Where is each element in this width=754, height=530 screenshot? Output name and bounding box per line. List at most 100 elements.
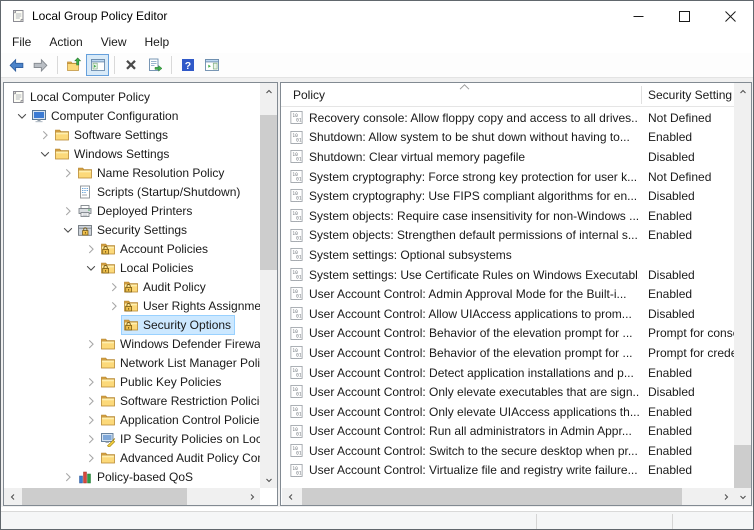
menu-action[interactable]: Action (40, 32, 91, 52)
chevron-right-icon[interactable] (60, 469, 75, 484)
scroll-left-arrow-icon[interactable] (282, 488, 299, 505)
printer-icon (77, 203, 93, 219)
menu-help[interactable]: Help (136, 32, 179, 52)
column-divider[interactable] (641, 86, 642, 104)
policy-doc-icon: 1001 (289, 345, 304, 360)
tree-item-security-settings[interactable]: Security Settings (4, 220, 260, 239)
policy-row[interactable]: 1001User Account Control: Only elevate U… (281, 402, 734, 422)
policy-row[interactable]: 1001System settings: Use Certificate Rul… (281, 265, 734, 285)
policy-row[interactable]: 1001User Account Control: Run all admini… (281, 422, 734, 442)
help-button[interactable]: ? (176, 54, 199, 76)
tree-item-name-resolution-policy[interactable]: Name Resolution Policy (4, 163, 260, 182)
chevron-right-icon[interactable] (106, 279, 121, 294)
tree-item-advanced-audit-policy-configu[interactable]: Advanced Audit Policy Configu (4, 448, 260, 467)
chevron-right-icon[interactable] (83, 374, 98, 389)
tree-item-policy-based-qos[interactable]: Policy-based QoS (4, 467, 260, 486)
list-horizontal-scrollbar[interactable] (282, 488, 734, 505)
column-header-policy[interactable]: Policy (293, 83, 325, 107)
tree-item-network-list-manager-policies[interactable]: Network List Manager Policies (4, 353, 260, 372)
scroll-left-arrow-icon[interactable] (4, 488, 21, 505)
policy-row[interactable]: 1001System cryptography: Use FIPS compli… (281, 186, 734, 206)
tree-item-local-policies[interactable]: Local Policies (4, 258, 260, 277)
tree-vscroll-thumb[interactable] (260, 115, 277, 270)
list-vscroll-thumb[interactable] (734, 445, 751, 488)
policy-row[interactable]: 1001User Account Control: Behavior of th… (281, 343, 734, 363)
policy-row[interactable]: 1001User Account Control: Detect applica… (281, 363, 734, 383)
tree-item-security-options[interactable]: Security Options (4, 315, 260, 334)
policy-row[interactable]: 1001System objects: Strengthen default p… (281, 226, 734, 246)
tree-item-software-settings[interactable]: Software Settings (4, 125, 260, 144)
scroll-down-arrow-icon[interactable] (734, 488, 751, 505)
scroll-right-arrow-icon[interactable] (717, 488, 734, 505)
tree-item-audit-policy[interactable]: Audit Policy (4, 277, 260, 296)
tree-item-windows-settings[interactable]: Windows Settings (4, 144, 260, 163)
tree-item-computer-configuration[interactable]: Computer Configuration (4, 106, 260, 125)
scroll-down-arrow-icon[interactable] (260, 471, 277, 488)
tree-item-windows-defender-firewall-wit[interactable]: Windows Defender Firewall wit (4, 334, 260, 353)
close-button[interactable] (707, 1, 753, 31)
tree-horizontal-scrollbar[interactable] (4, 488, 260, 505)
chevron-down-icon[interactable] (60, 222, 75, 237)
policy-doc-icon: 1001 (289, 404, 304, 419)
policy-row[interactable]: 1001User Account Control: Behavior of th… (281, 324, 734, 344)
policy-row[interactable]: 1001Shutdown: Clear virtual memory pagef… (281, 147, 734, 167)
show-action-pane-button[interactable] (200, 54, 223, 76)
tree-item-account-policies[interactable]: Account Policies (4, 239, 260, 258)
chevron-right-icon[interactable] (83, 431, 98, 446)
console-tree-pane: Local Computer PolicyComputer Configurat… (3, 82, 278, 506)
back-button[interactable] (5, 54, 28, 76)
chevron-right-icon[interactable] (83, 336, 98, 351)
tree-vertical-scrollbar[interactable] (260, 83, 277, 488)
menu-file[interactable]: File (3, 32, 40, 52)
tree-item-user-rights-assignment[interactable]: User Rights Assignment (4, 296, 260, 315)
policy-row[interactable]: 1001User Account Control: Admin Approval… (281, 284, 734, 304)
tree-item-scripts-startup-shutdown[interactable]: Scripts (Startup/Shutdown) (4, 182, 260, 201)
delete-button[interactable] (119, 54, 142, 76)
policy-row[interactable]: 1001System cryptography: Force strong ke… (281, 167, 734, 187)
menu-view[interactable]: View (92, 32, 136, 52)
list-hscroll-thumb[interactable] (302, 488, 682, 505)
chevron-down-icon[interactable] (37, 146, 52, 161)
caption-buttons (615, 1, 753, 31)
tree-item-local-computer-policy[interactable]: Local Computer Policy (4, 87, 260, 106)
maximize-button[interactable] (661, 1, 707, 31)
chevron-down-icon[interactable] (14, 108, 29, 123)
policy-doc-icon: 1001 (289, 365, 304, 380)
show-console-tree-button[interactable] (86, 54, 109, 76)
list-vertical-scrollbar[interactable] (734, 83, 751, 505)
chevron-right-icon[interactable] (83, 393, 98, 408)
policy-row[interactable]: 1001Shutdown: Allow system to be shut do… (281, 128, 734, 148)
scroll-up-arrow-icon[interactable] (260, 83, 277, 100)
chevron-right-icon[interactable] (37, 127, 52, 142)
chevron-right-icon[interactable] (83, 241, 98, 256)
chevron-down-icon[interactable] (83, 260, 98, 275)
chevron-right-icon[interactable] (83, 450, 98, 465)
policy-row[interactable]: 1001System objects: Require case insensi… (281, 206, 734, 226)
export-list-button[interactable] (143, 54, 166, 76)
scroll-right-arrow-icon[interactable] (243, 488, 260, 505)
forward-button[interactable] (29, 54, 52, 76)
tree-item-label: Account Policies (120, 242, 208, 256)
tree-item-ip-security-policies-on-local-co[interactable]: IP Security Policies on Local Co (4, 429, 260, 448)
column-header-security-setting[interactable]: Security Setting (648, 83, 732, 107)
policy-row[interactable]: 1001Recovery console: Allow floppy copy … (281, 108, 734, 128)
policy-row[interactable]: 1001System settings: Optional subsystems (281, 245, 734, 265)
tree-item-software-restriction-policies[interactable]: Software Restriction Policies (4, 391, 260, 410)
scroll-up-arrow-icon[interactable] (734, 83, 751, 100)
chevron-right-icon[interactable] (106, 298, 121, 313)
policy-list: 1001Recovery console: Allow floppy copy … (281, 108, 734, 487)
tree-hscroll-thumb[interactable] (22, 488, 187, 505)
tree-item-label: User Rights Assignment (143, 299, 260, 313)
tree-item-public-key-policies[interactable]: Public Key Policies (4, 372, 260, 391)
tree-item-application-control-policies[interactable]: Application Control Policies (4, 410, 260, 429)
chevron-right-icon[interactable] (83, 412, 98, 427)
tree-item-deployed-printers[interactable]: Deployed Printers (4, 201, 260, 220)
minimize-button[interactable] (615, 1, 661, 31)
policy-row[interactable]: 1001User Account Control: Only elevate e… (281, 382, 734, 402)
chevron-right-icon[interactable] (60, 165, 75, 180)
up-one-level-button[interactable] (62, 54, 85, 76)
chevron-right-icon[interactable] (60, 203, 75, 218)
policy-row[interactable]: 1001User Account Control: Virtualize fil… (281, 461, 734, 481)
policy-row[interactable]: 1001User Account Control: Allow UIAccess… (281, 304, 734, 324)
policy-row[interactable]: 1001User Account Control: Switch to the … (281, 441, 734, 461)
